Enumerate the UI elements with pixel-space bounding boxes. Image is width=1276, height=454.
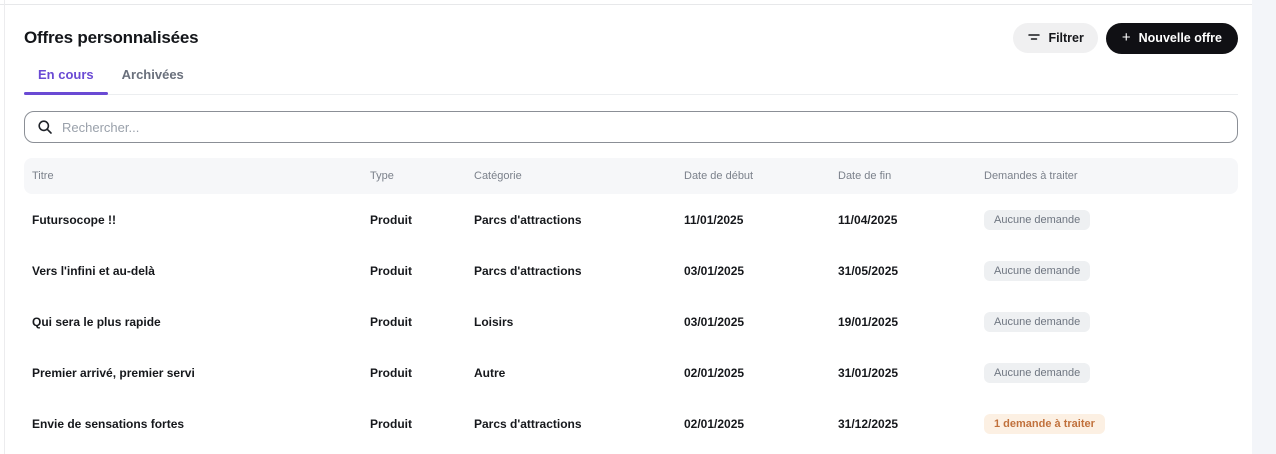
header-actions: Filtrer + Nouvelle offre (1013, 23, 1238, 54)
column-header-type: Type (370, 170, 474, 182)
status-badge: Aucune demande (984, 363, 1090, 383)
cell-title: Envie de sensations fortes (32, 417, 370, 431)
table-row[interactable]: Futursocope !! Produit Parcs d'attractio… (24, 194, 1238, 245)
cell-title: Qui sera le plus rapide (32, 315, 370, 329)
column-header-date-fin: Date de fin (838, 170, 984, 182)
search-icon (37, 119, 53, 135)
page-title: Offres personnalisées (24, 28, 198, 48)
column-header-date-debut: Date de début (684, 170, 838, 182)
table-row[interactable]: Envie de sensations fortes Produit Parcs… (24, 398, 1238, 449)
cell-start-date: 11/01/2025 (684, 213, 838, 227)
tab-en-cours[interactable]: En cours (24, 67, 108, 94)
cell-start-date: 02/01/2025 (684, 417, 838, 431)
cell-category: Loisirs (474, 315, 684, 329)
cell-end-date: 31/12/2025 (838, 417, 984, 431)
status-badge: Aucune demande (984, 210, 1090, 230)
cell-requests: Aucune demande (984, 261, 1230, 281)
filter-icon (1027, 30, 1041, 47)
table-row[interactable]: Premier arrivé, premier servi Produit Au… (24, 347, 1238, 398)
cell-category: Parcs d'attractions (474, 417, 684, 431)
cell-type: Produit (370, 366, 474, 380)
cell-category: Parcs d'attractions (474, 264, 684, 278)
search-bar (24, 111, 1238, 143)
cell-type: Produit (370, 213, 474, 227)
cell-title: Premier arrivé, premier servi (32, 366, 370, 380)
cell-title: Vers l'infini et au-delà (32, 264, 370, 278)
cell-end-date: 11/04/2025 (838, 213, 984, 227)
status-badge: Aucune demande (984, 312, 1090, 332)
filter-button-label: Filtrer (1048, 31, 1083, 45)
main-content: Offres personnalisées Filtrer + Nouvelle… (24, 5, 1238, 449)
cell-start-date: 03/01/2025 (684, 264, 838, 278)
cell-end-date: 19/01/2025 (838, 315, 984, 329)
status-badge: Aucune demande (984, 261, 1090, 281)
cell-type: Produit (370, 264, 474, 278)
cell-type: Produit (370, 315, 474, 329)
table-row[interactable]: Qui sera le plus rapide Produit Loisirs … (24, 296, 1238, 347)
column-header-categorie: Catégorie (474, 170, 684, 182)
cell-requests: Aucune demande (984, 210, 1230, 230)
cell-category: Autre (474, 366, 684, 380)
page-header: Offres personnalisées Filtrer + Nouvelle… (24, 22, 1238, 54)
cell-requests: Aucune demande (984, 312, 1230, 332)
cell-start-date: 02/01/2025 (684, 366, 838, 380)
column-header-demandes: Demandes à traiter (984, 170, 1230, 182)
filter-button[interactable]: Filtrer (1013, 23, 1097, 53)
tab-bar: En cours Archivées (24, 67, 1238, 95)
column-header-titre: Titre (32, 170, 370, 182)
cell-end-date: 31/05/2025 (838, 264, 984, 278)
table-header: Titre Type Catégorie Date de début Date … (24, 158, 1238, 194)
new-offer-button[interactable]: + Nouvelle offre (1106, 23, 1238, 54)
status-badge: 1 demande à traiter (984, 414, 1105, 434)
cell-requests: 1 demande à traiter (984, 414, 1230, 434)
search-input[interactable] (62, 120, 1225, 135)
tab-archivees[interactable]: Archivées (108, 67, 198, 94)
cell-start-date: 03/01/2025 (684, 315, 838, 329)
table-row[interactable]: Vers l'infini et au-delà Produit Parcs d… (24, 245, 1238, 296)
scrollbar-gutter (1252, 0, 1276, 454)
cell-category: Parcs d'attractions (474, 213, 684, 227)
plus-icon: + (1122, 30, 1131, 45)
new-offer-button-label: Nouvelle offre (1139, 31, 1222, 45)
left-border (4, 0, 5, 454)
cell-end-date: 31/01/2025 (838, 366, 984, 380)
cell-requests: Aucune demande (984, 363, 1230, 383)
table-body: Futursocope !! Produit Parcs d'attractio… (24, 194, 1238, 449)
cell-type: Produit (370, 417, 474, 431)
cell-title: Futursocope !! (32, 213, 370, 227)
